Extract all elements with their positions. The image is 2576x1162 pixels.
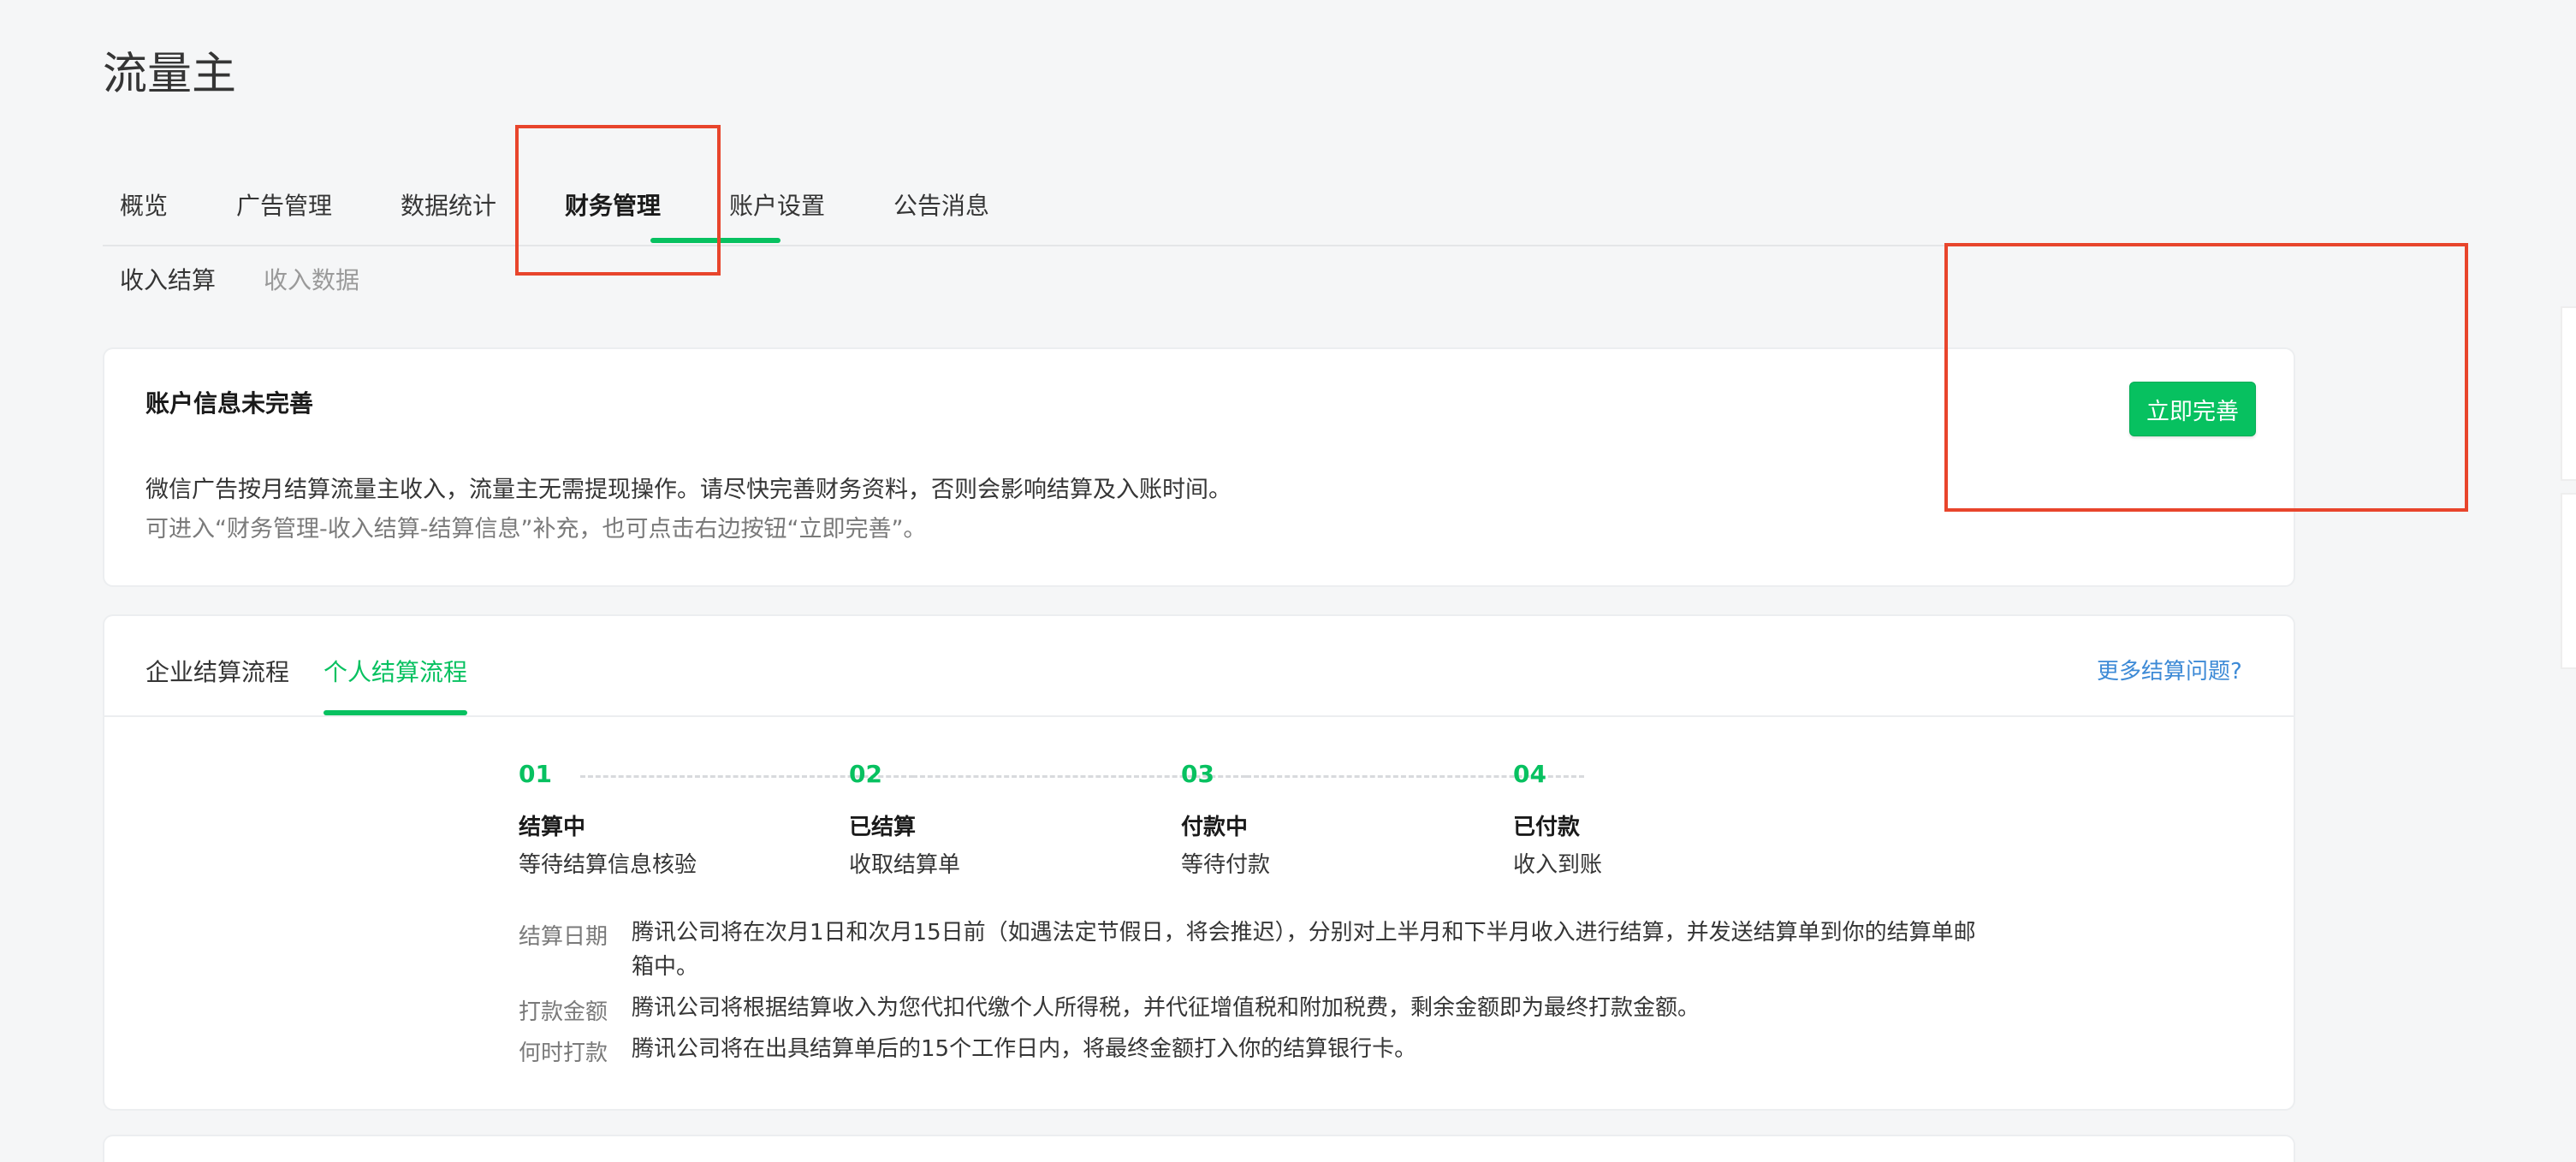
step-description: 收取结算单 bbox=[849, 852, 961, 878]
step-description: 等待结算信息核验 bbox=[519, 852, 697, 878]
account-notice-card: 账户信息未完善 微信广告按月结算流量主收入，流量主无需提现操作。请尽快完善财务资… bbox=[103, 347, 2295, 587]
info-text-payment-amount: 腾讯公司将根据结算收入为您代扣代缴个人所得税，并代征增值税和附加税费，剩余金额即… bbox=[632, 995, 1701, 1021]
tab-enterprise-flow[interactable]: 企业结算流程 bbox=[145, 654, 289, 688]
step-number: 03 bbox=[1181, 760, 1214, 788]
subnav-income-settlement[interactable]: 收入结算 bbox=[120, 262, 216, 296]
step-description: 收入到账 bbox=[1513, 852, 1603, 878]
tab-account-settings[interactable]: 账户设置 bbox=[729, 187, 825, 245]
floating-side-panel[interactable] bbox=[2561, 493, 2576, 669]
step-settled: 02 已结算 收取结算单 bbox=[849, 760, 960, 878]
tab-personal-flow[interactable]: 个人结算流程 bbox=[323, 654, 467, 688]
step-description: 等待付款 bbox=[1181, 852, 1271, 878]
step-number: 04 bbox=[1513, 760, 1546, 788]
tab-ad-management[interactable]: 广告管理 bbox=[236, 187, 332, 245]
notice-description: 微信广告按月结算流量主收入，流量主无需提现操作。请尽快完善财务资料，否则会影响结… bbox=[145, 477, 1232, 503]
complete-now-button[interactable]: 立即完善 bbox=[2129, 382, 2256, 436]
notice-hint: 可进入“财务管理-收入结算-结算信息”补充，也可点击右边按钮“立即完善”。 bbox=[145, 516, 927, 542]
tab-data-statistics[interactable]: 数据统计 bbox=[401, 187, 496, 245]
tab-overview[interactable]: 概览 bbox=[120, 187, 168, 245]
tab-finance-management[interactable]: 财务管理 bbox=[565, 187, 661, 245]
flow-tab-indicator bbox=[323, 710, 467, 715]
floating-side-panel[interactable] bbox=[2561, 306, 2576, 481]
step-title: 付款中 bbox=[1181, 815, 1249, 840]
subnav-income-data[interactable]: 收入数据 bbox=[264, 262, 359, 296]
step-title: 已付款 bbox=[1513, 815, 1581, 840]
tab-announcements[interactable]: 公告消息 bbox=[893, 187, 989, 245]
active-tab-indicator bbox=[650, 238, 781, 243]
step-paying: 03 付款中 等待付款 bbox=[1181, 760, 1270, 878]
info-text-settlement-date: 腾讯公司将在次月1日和次月15日前（如遇法定节假日，将会推迟），分别对上半月和下… bbox=[632, 920, 1976, 980]
step-number: 01 bbox=[519, 760, 552, 788]
info-label-settlement-date: 结算日期 bbox=[519, 924, 608, 950]
main-nav: 概览 广告管理 数据统计 财务管理 账户设置 公告消息 bbox=[103, 187, 2295, 246]
info-label-payment-amount: 打款金额 bbox=[519, 999, 608, 1025]
step-title: 结算中 bbox=[519, 815, 586, 840]
page-title: 流量主 bbox=[103, 49, 237, 100]
next-card bbox=[103, 1135, 2295, 1162]
info-text-payment-time: 腾讯公司将在出具结算单后的15个工作日内，将最终金额打入你的结算银行卡。 bbox=[632, 1036, 1417, 1062]
info-label-payment-time: 何时打款 bbox=[519, 1040, 608, 1066]
step-paid: 04 已付款 收入到账 bbox=[1513, 760, 1602, 878]
step-number: 02 bbox=[849, 760, 882, 788]
step-title: 已结算 bbox=[849, 815, 917, 840]
step-settling: 01 结算中 等待结算信息核验 bbox=[519, 760, 697, 878]
notice-title: 账户信息未完善 bbox=[145, 389, 314, 418]
flow-tabs: 企业结算流程 个人结算流程 更多结算问题? bbox=[104, 616, 2294, 717]
more-settlement-questions-link[interactable]: 更多结算问题? bbox=[2097, 654, 2242, 685]
settlement-flow-card: 企业结算流程 个人结算流程 更多结算问题? 01 结算中 等待结算信息核验 02… bbox=[103, 614, 2295, 1111]
